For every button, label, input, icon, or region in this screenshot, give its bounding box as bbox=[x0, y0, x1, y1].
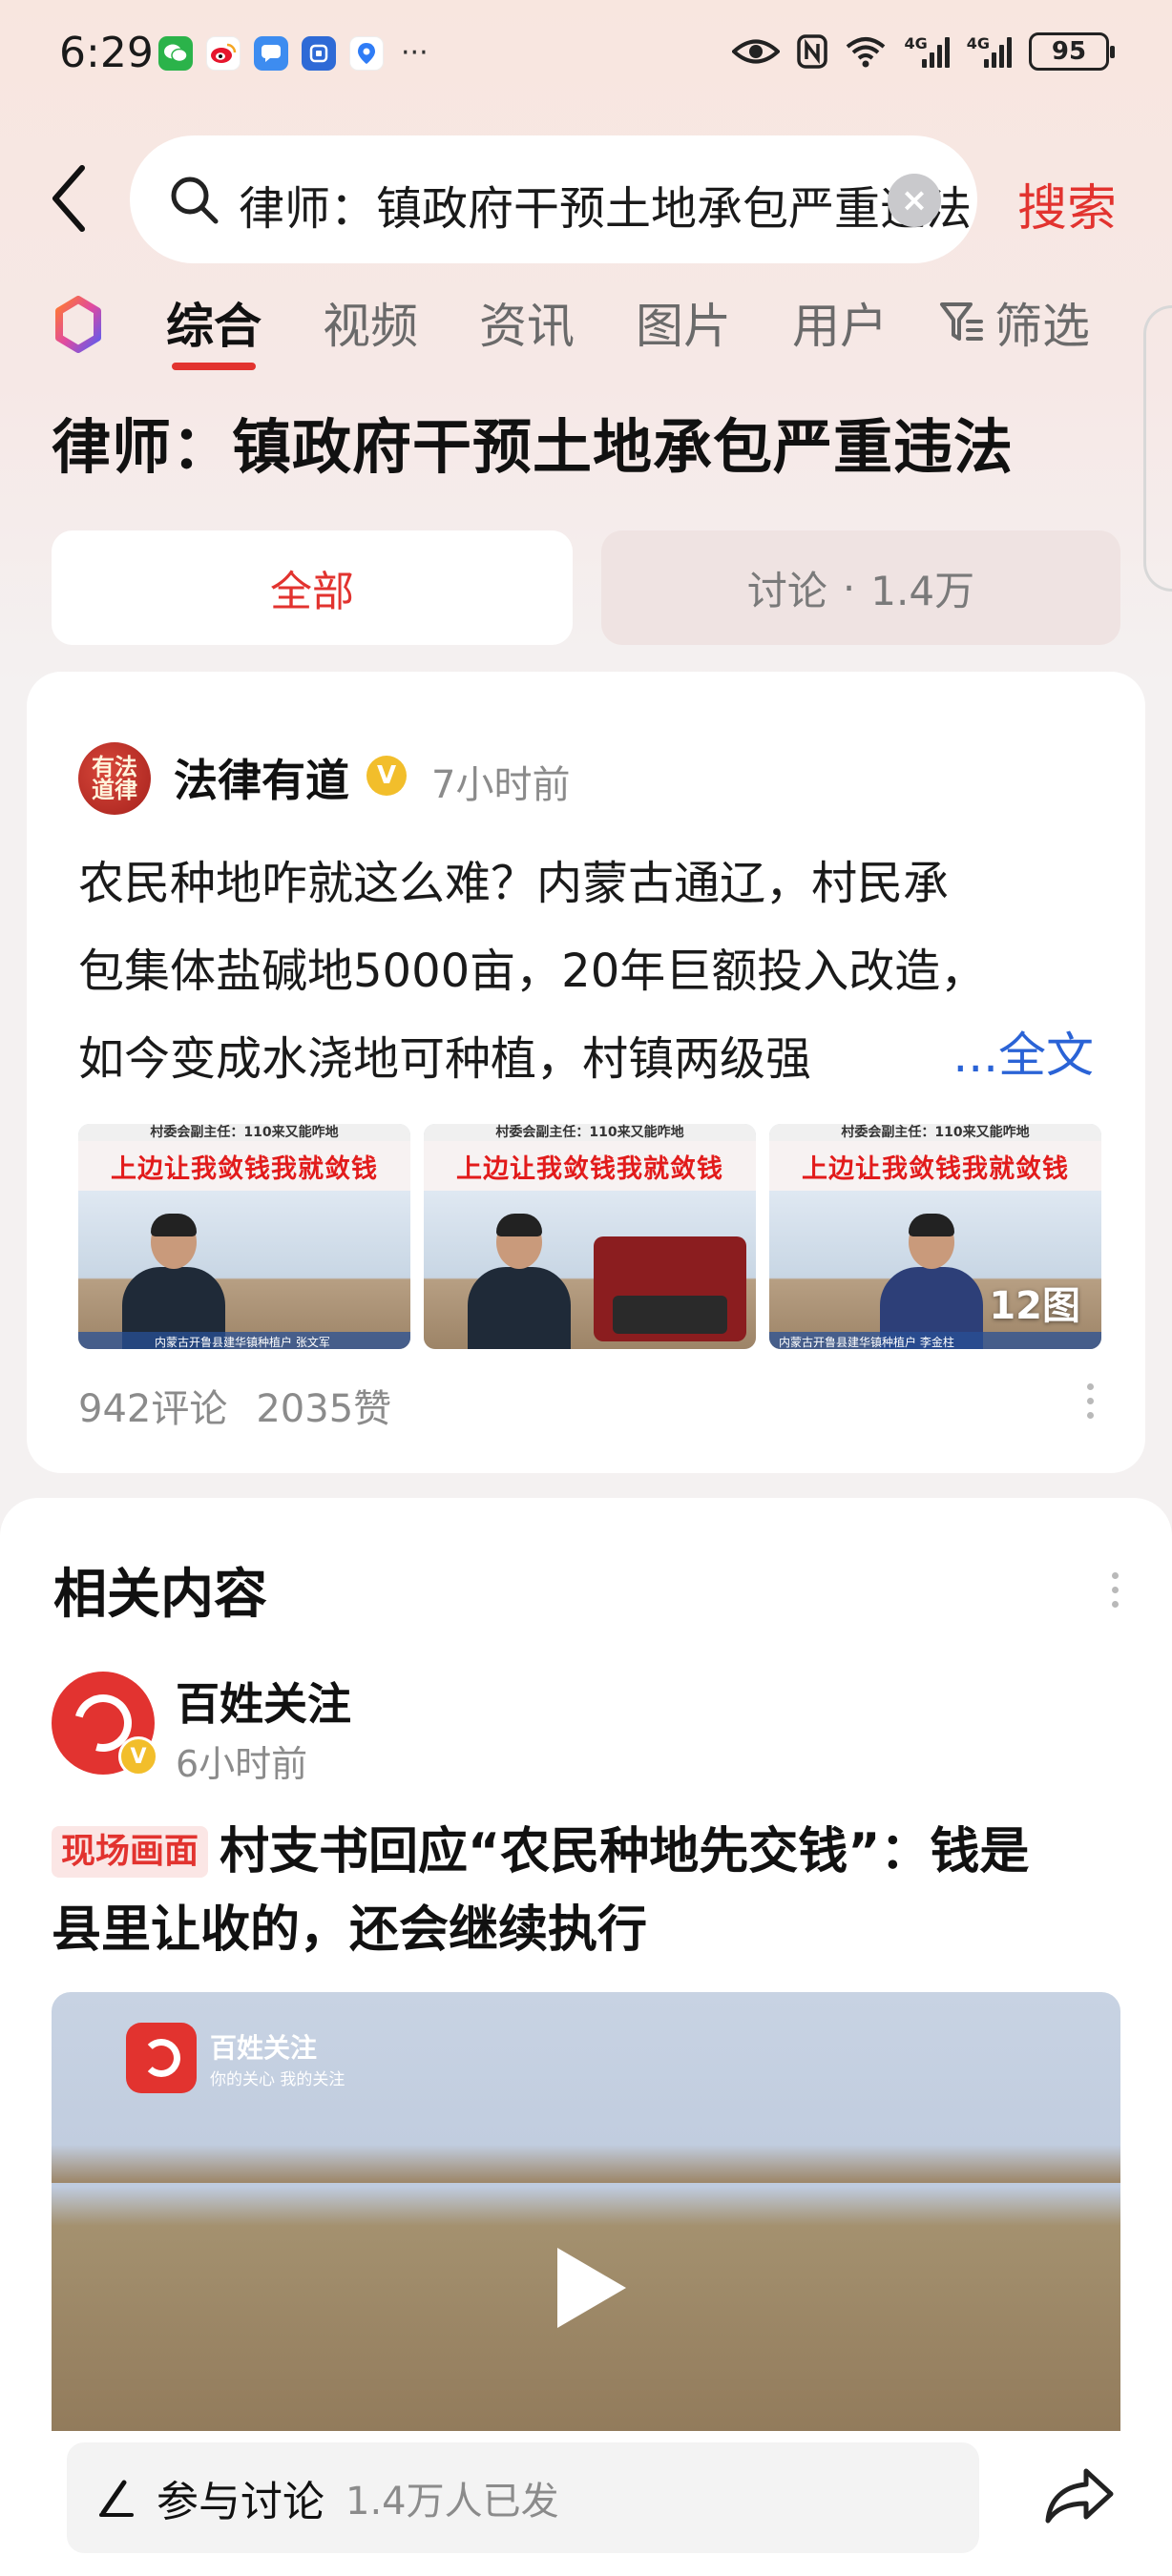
segment-separator: · bbox=[842, 564, 856, 612]
join-discussion-input[interactable]: 参与讨论 1.4万人已发 bbox=[67, 2442, 979, 2553]
comment-count[interactable]: 942评论 bbox=[78, 1378, 227, 1433]
segment-discuss-count: 1.4万 bbox=[870, 567, 975, 614]
person-figure bbox=[462, 1214, 576, 1349]
battery-icon: 95 bbox=[1029, 32, 1115, 71]
weibo-icon bbox=[206, 36, 241, 71]
share-button[interactable] bbox=[1044, 2465, 1117, 2526]
discussion-count: 1.4万人已发 bbox=[345, 2480, 559, 2524]
person-figure bbox=[116, 1214, 231, 1349]
search-input[interactable]: 律师：镇政府干预土地承包严重违法 bbox=[239, 171, 987, 238]
post-image-3[interactable]: 村委会副主任：110来又能咋地 上边让我敛钱我就敛钱 内蒙古开鲁县建华镇种植户 … bbox=[769, 1124, 1101, 1349]
tractor-shape bbox=[594, 1236, 746, 1341]
baixing-logo-icon bbox=[126, 2023, 197, 2093]
post-stats: 942评论 2035赞 bbox=[78, 1378, 391, 1433]
video-logo-slogan: 你的关心 我的关注 bbox=[210, 2069, 345, 2089]
message-icon bbox=[254, 36, 288, 71]
like-count[interactable]: 2035赞 bbox=[256, 1378, 391, 1433]
image-caption-red: 上边让我敛钱我就敛钱 bbox=[111, 1153, 378, 1184]
post-image-2[interactable]: 村委会副主任：110来又能咋地 上边让我敛钱我就敛钱 bbox=[424, 1124, 756, 1349]
play-icon[interactable] bbox=[557, 2248, 626, 2328]
tab-images[interactable]: 图片 bbox=[636, 288, 731, 357]
wechat-icon bbox=[158, 36, 193, 71]
back-arrow-icon bbox=[52, 165, 85, 232]
map-icon bbox=[349, 36, 384, 71]
image-caption-red: 上边让我敛钱我就敛钱 bbox=[802, 1153, 1069, 1184]
system-icons: 4G 4G 95 bbox=[732, 32, 1115, 71]
image-caption-red: 上边让我敛钱我就敛钱 bbox=[456, 1153, 723, 1184]
eye-comfort-icon bbox=[732, 37, 781, 66]
segment-discuss[interactable]: 讨论 · 1.4万 bbox=[601, 530, 1120, 645]
image-count-badge: 12图 bbox=[989, 1284, 1080, 1328]
clear-search-button[interactable]: × bbox=[888, 174, 941, 227]
author-name[interactable]: 法律有道 bbox=[174, 746, 349, 809]
side-drawer-handle[interactable] bbox=[1143, 305, 1172, 592]
post-card[interactable]: 有法道律 法律有道 V 7小时前 农民种地咋就这么难？内蒙古通辽，村民承 包集体… bbox=[27, 672, 1145, 1473]
related-section: 相关内容 V 百姓关注 6小时前 现场画面 村支书回应“农民种地先交钱”：钱是 县… bbox=[0, 1498, 1172, 2576]
post-image-1[interactable]: 村委会副主任：110来又能咋地 上边让我敛钱我就敛钱 内蒙古开鲁县建华镇种植户 … bbox=[78, 1124, 410, 1349]
verified-badge-icon: V bbox=[366, 756, 407, 796]
filter-icon bbox=[940, 302, 983, 341]
full-text-link[interactable]: ...全文 bbox=[952, 1017, 1094, 1086]
author-avatar-logo: 有法道律 bbox=[92, 753, 137, 803]
join-discussion-label: 参与讨论 bbox=[157, 2478, 324, 2526]
post-body-line: 包集体盐碱地5000亩，20年巨额投入改造， bbox=[78, 945, 987, 998]
headline-line: 村支书回应“农民种地先交钱”：钱是 bbox=[220, 1823, 1030, 1880]
video-player[interactable]: 百姓关注 你的关心 我的关注 bbox=[52, 1992, 1120, 2479]
tab-users[interactable]: 用户 bbox=[792, 288, 888, 357]
post-images: 村委会副主任：110来又能咋地 上边让我敛钱我就敛钱 内蒙古开鲁县建华镇种植户 … bbox=[78, 1124, 1101, 1349]
post-body-line: 农民种地咋就这么难？内蒙古通辽，村民承 bbox=[78, 857, 950, 910]
share-icon bbox=[1045, 2468, 1114, 2524]
app-icon bbox=[302, 36, 336, 71]
nfc-icon bbox=[797, 34, 828, 69]
page-title: 律师：镇政府干预土地承包严重违法 bbox=[52, 412, 1015, 482]
tab-news[interactable]: 资讯 bbox=[479, 288, 575, 357]
more-options-icon[interactable] bbox=[1084, 1383, 1096, 1419]
status-time: 6:29 bbox=[59, 29, 154, 77]
filter-button[interactable]: 筛选 bbox=[939, 288, 1090, 357]
segment-all[interactable]: 全部 bbox=[52, 530, 573, 645]
related-headline[interactable]: 现场画面 村支书回应“农民种地先交钱”：钱是 县里让收的，还会继续执行 bbox=[52, 1813, 1124, 1969]
image-caption-top: 村委会副主任：110来又能咋地 bbox=[495, 1125, 684, 1140]
wifi-icon bbox=[845, 35, 887, 68]
post-time: 7小时前 bbox=[431, 763, 571, 807]
image-caption-top: 村委会副主任：110来又能咋地 bbox=[150, 1125, 339, 1140]
search-icon bbox=[168, 174, 220, 229]
image-caption-top: 村委会副主任：110来又能咋地 bbox=[841, 1125, 1030, 1140]
more-notifications-icon: ··· bbox=[401, 36, 429, 70]
video-logo-name: 百姓关注 bbox=[210, 2031, 318, 2064]
back-button[interactable] bbox=[50, 160, 97, 237]
bottom-bar: 参与讨论 1.4万人已发 bbox=[0, 2431, 1172, 2576]
section-more-icon[interactable] bbox=[1112, 1572, 1119, 1608]
app-logo-icon[interactable] bbox=[53, 296, 103, 353]
video-watermark-logo: 百姓关注 你的关心 我的关注 bbox=[126, 2023, 345, 2093]
author-avatar[interactable]: 有法道律 bbox=[78, 742, 151, 815]
headline-line: 县里让收的，还会继续执行 bbox=[52, 1901, 648, 1959]
signal-icon-2: 4G bbox=[967, 34, 1012, 68]
search-button[interactable]: 搜索 bbox=[1017, 168, 1117, 239]
category-tabs: 综合 视频 资讯 图片 用户 bbox=[166, 288, 949, 370]
status-bar: 6:29 ··· 4G 4G 95 bbox=[0, 0, 1172, 114]
related-post-time: 6小时前 bbox=[176, 1743, 308, 1785]
tab-video[interactable]: 视频 bbox=[323, 288, 418, 357]
search-box[interactable]: 律师：镇政府干预土地承包严重违法 × bbox=[130, 135, 977, 263]
signal-icon-1: 4G bbox=[904, 34, 950, 68]
segment-discuss-label: 讨论 bbox=[746, 567, 827, 614]
verified-badge-icon: V bbox=[118, 1736, 158, 1776]
notification-icons: ··· bbox=[158, 36, 429, 71]
tab-comprehensive[interactable]: 综合 bbox=[166, 288, 262, 370]
pen-icon bbox=[94, 2475, 139, 2521]
filter-label: 筛选 bbox=[994, 299, 1090, 354]
related-author-name[interactable]: 百姓关注 bbox=[176, 1670, 351, 1733]
section-title: 相关内容 bbox=[53, 1564, 267, 1626]
live-scene-tag: 现场画面 bbox=[52, 1826, 209, 1878]
image-lower-caption: 内蒙古开鲁县建华镇种植户 李金柱 bbox=[779, 1336, 954, 1349]
person-figure bbox=[874, 1214, 989, 1349]
image-lower-caption: 内蒙古开鲁县建华镇种植户 张文军 bbox=[155, 1336, 330, 1349]
